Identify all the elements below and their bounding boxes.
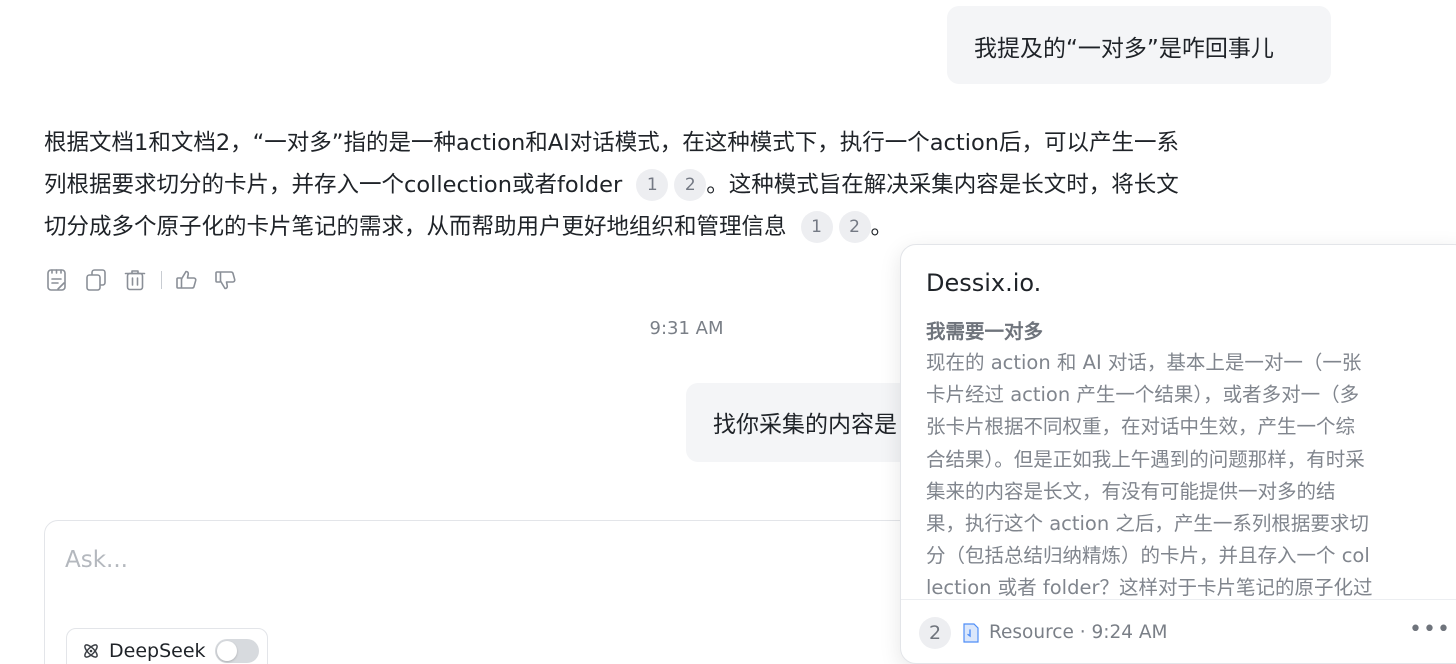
deepseek-icon bbox=[81, 641, 101, 661]
copy-icon[interactable] bbox=[83, 267, 109, 293]
popover-text-line: 分（包括总结归纳精炼）的卡片，并且存入一个 col bbox=[926, 544, 1370, 568]
thumbs-up-icon[interactable] bbox=[174, 267, 200, 293]
assistant-answer: 根据文档1和文档2，“一对多”指的是一种action和AI对话模式，在这种模式下… bbox=[44, 122, 1334, 248]
popover-text-line: 果，执行这个 action 之后，产生一系列根据要求切 bbox=[926, 512, 1369, 536]
answer-text: 切分成多个原子化的卡片笔记的需求，从而帮助用户更好地组织和管理信息 bbox=[44, 214, 787, 240]
answer-text: 。这种模式旨在解决采集内容是长文时，将长文 bbox=[706, 172, 1179, 198]
trash-icon[interactable] bbox=[122, 267, 148, 293]
popover-text-line: 张卡片根据不同权重，在对话中生效，产生一个综 bbox=[926, 415, 1356, 439]
user-message-text: 找你采集的内容是 bbox=[713, 412, 897, 438]
answer-text: 列根据要求切分的卡片，并存入一个collection或者folder bbox=[44, 172, 623, 198]
popover-text-line: 现在的 action 和 AI 对话，基本上是一对一（一张 bbox=[926, 351, 1362, 374]
citation-badge[interactable]: 2 bbox=[674, 169, 707, 201]
popover-text-line: 集来的内容是长文，有没有可能提供一对多的结 bbox=[926, 479, 1336, 503]
thumbs-down-icon[interactable] bbox=[213, 267, 239, 293]
answer-line: 列根据要求切分的卡片，并存入一个collection或者folder 1 2 。这种模… bbox=[44, 164, 1334, 206]
more-options-button[interactable]: ••• bbox=[1409, 619, 1450, 646]
divider bbox=[161, 271, 162, 289]
citation-badge[interactable]: 2 bbox=[838, 211, 871, 243]
reference-count-badge[interactable]: 2 bbox=[919, 616, 951, 649]
message-actions bbox=[44, 266, 252, 294]
popover-title: Dessix.io. bbox=[926, 269, 1042, 297]
user-message-text: 我提及的“一对多”是咋回事儿 bbox=[974, 36, 1274, 62]
citation-badge[interactable]: 1 bbox=[800, 211, 833, 243]
answer-text: 根据文档1和文档2，“一对多”指的是一种action和AI对话模式，在这种模式下… bbox=[44, 130, 1179, 156]
popover-footer: 2 Resource · 9:24 AM ••• bbox=[901, 599, 1456, 663]
note-icon[interactable] bbox=[44, 267, 70, 293]
answer-line: 根据文档1和文档2，“一对多”指的是一种action和AI对话模式，在这种模式下… bbox=[44, 122, 1334, 164]
model-toggle[interactable] bbox=[214, 639, 259, 663]
toggle-knob bbox=[216, 641, 237, 661]
popover-text-line: lection 或者 folder？这样对于卡片笔记的原子化过 bbox=[926, 576, 1373, 599]
model-selector[interactable]: DeepSeek bbox=[66, 628, 268, 664]
answer-text: 。 bbox=[870, 214, 894, 240]
popover-content: 我需要一对多 现在的 action 和 AI 对话，基本上是一对一（一张 卡片经… bbox=[926, 317, 1446, 599]
chat-window: 我提及的“一对多”是咋回事儿 根据文档1和文档2，“一对多”指的是一种actio… bbox=[0, 0, 1456, 664]
model-label: DeepSeek bbox=[109, 640, 206, 662]
source-popover: Dessix.io. 我需要一对多 现在的 action 和 AI 对话，基本上… bbox=[900, 244, 1456, 664]
popover-text-line: 卡片经过 action 产生一个结果），或者多对一（多 bbox=[926, 383, 1360, 407]
citation-badge[interactable]: 1 bbox=[636, 169, 669, 201]
user-message-bubble: 我提及的“一对多”是咋回事儿 bbox=[947, 6, 1331, 84]
popover-text-line: 合结果）。但是正如我上午遇到的问题那样，有时采 bbox=[926, 447, 1365, 471]
chat-composer: DeepSeek bbox=[44, 520, 944, 664]
answer-line: 切分成多个原子化的卡片笔记的需求，从而帮助用户更好地组织和管理信息 1 2。 bbox=[44, 206, 1334, 248]
resource-icon bbox=[961, 622, 981, 644]
ask-input[interactable] bbox=[65, 543, 915, 577]
resource-meta: Resource · 9:24 AM bbox=[989, 622, 1168, 643]
popover-heading: 我需要一对多 bbox=[926, 320, 1044, 343]
